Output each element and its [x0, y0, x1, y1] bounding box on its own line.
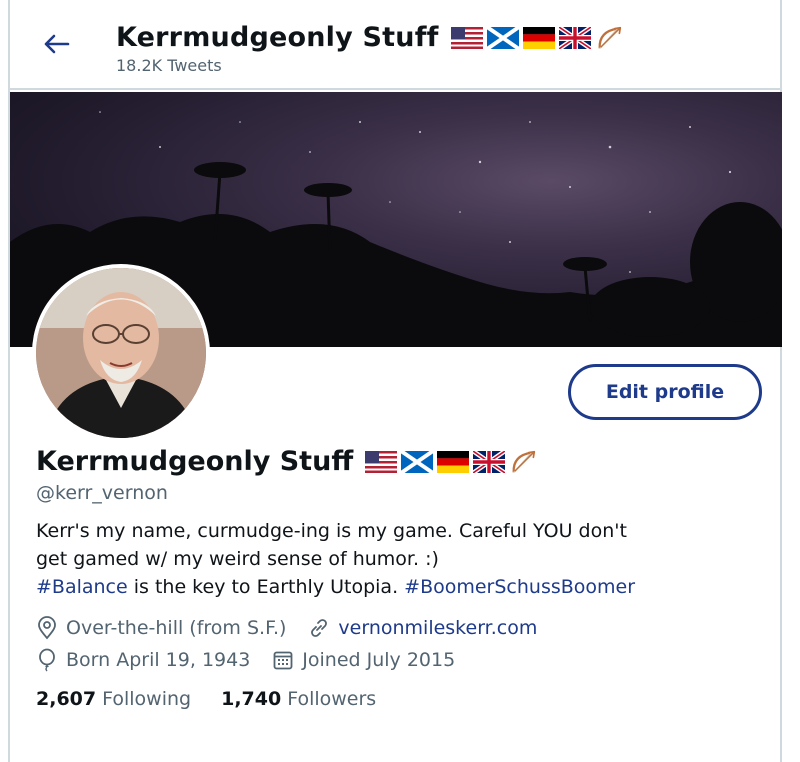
profile-meta-row-2: Born April 19, 1943 Joined July 2015 [36, 648, 477, 672]
avatar-portrait [36, 268, 206, 438]
balloon-icon [39, 648, 55, 672]
joined-text: Joined July 2015 [302, 649, 456, 671]
profile-name-text: Kerrmudgeonly Stuff [36, 446, 354, 477]
followers-label: Followers [287, 688, 377, 710]
profile-name: Kerrmudgeonly Stuff [36, 446, 539, 477]
profile-header-bar: Kerrmudgeonly Stuff 18.2K Tweets [10, 0, 780, 90]
followers-count: 1,740 [221, 688, 282, 710]
followers-link[interactable]: 1,740 Followers [221, 688, 376, 710]
bow-and-arrow-icon [598, 26, 621, 49]
bio-line-1: Kerr's my name, curmudge-ing is my game.… [36, 520, 627, 542]
edit-profile-button[interactable]: Edit profile [568, 364, 762, 420]
header-title-text: Kerrmudgeonly Stuff [116, 22, 439, 53]
following-label: Following [102, 688, 192, 710]
calendar-icon [273, 651, 293, 670]
birthday-text: Born April 19, 1943 [66, 649, 251, 671]
website-item: vernonmileskerr.com [308, 617, 537, 639]
profile-meta-row-1: Over-the-hill (from S.F.) vernonmilesker… [36, 616, 559, 640]
germany-flag-icon [437, 450, 470, 473]
website-link[interactable]: vernonmileskerr.com [338, 617, 537, 639]
location-text: Over-the-hill (from S.F.) [66, 617, 287, 639]
hashtag-boomerschussboomer-link[interactable]: #BoomerSchussBoomer [404, 576, 635, 598]
uk-flag-icon [473, 450, 506, 473]
location-pin-icon [38, 616, 56, 640]
header-title: Kerrmudgeonly Stuff [116, 22, 625, 53]
link-icon [311, 619, 328, 637]
header-flags [450, 23, 625, 53]
uk-flag-icon [558, 26, 591, 49]
bio-line-2: get gamed w/ my weird sense of humor. :) [36, 548, 439, 570]
following-link[interactable]: 2,607 Following [36, 688, 191, 710]
joined-item: Joined July 2015 [272, 649, 455, 671]
location-item: Over-the-hill (from S.F.) [36, 616, 286, 640]
back-button[interactable] [38, 26, 74, 62]
follow-stats: 2,607 Following 1,740 Followers [36, 688, 406, 710]
scotland-flag-icon [486, 26, 519, 49]
arrow-left-icon [44, 34, 70, 54]
profile-avatar[interactable] [32, 264, 210, 442]
profile-handle: @kerr_vernon [36, 482, 168, 504]
bio-line-3-text: is the key to Earthly Utopia. [127, 576, 405, 598]
germany-flag-icon [522, 26, 555, 49]
avatar-image [36, 268, 206, 438]
us-flag-icon [365, 450, 398, 473]
profile-flags [365, 447, 539, 477]
scotland-flag-icon [401, 450, 434, 473]
us-flag-icon [450, 26, 483, 49]
bio-line-3: #Balance is the key to Earthly Utopia. #… [36, 573, 776, 601]
hashtag-balance-link[interactable]: #Balance [36, 576, 128, 598]
tweet-count: 18.2K Tweets [116, 56, 222, 75]
profile-bio: Kerr's my name, curmudge-ing is my game.… [36, 517, 776, 601]
profile-frame: Kerrmudgeonly Stuff 18.2K Tweets Edit pr… [8, 0, 782, 762]
following-count: 2,607 [36, 688, 97, 710]
birthday-item: Born April 19, 1943 [36, 648, 250, 672]
bow-and-arrow-icon [512, 450, 536, 473]
